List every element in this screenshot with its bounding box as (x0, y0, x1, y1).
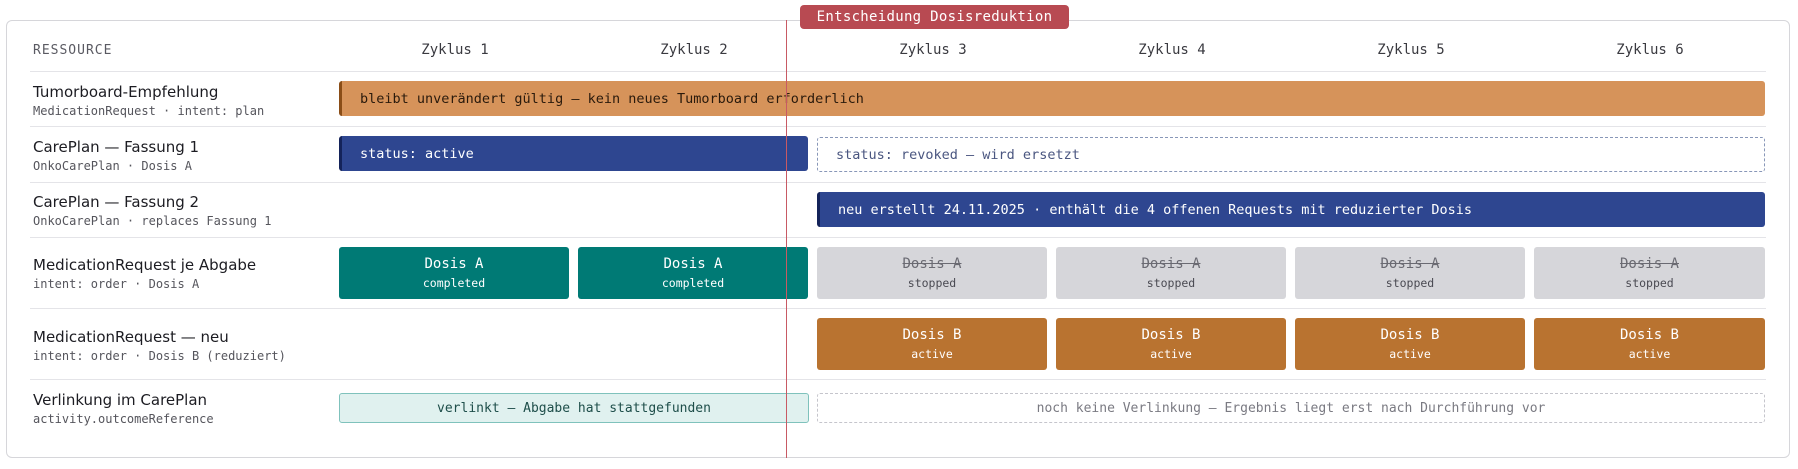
row-title-careplan-1: CarePlan — Fassung 1 (33, 138, 200, 156)
cycle-header-5: Zyklus 5 (1377, 42, 1445, 58)
tumorboard-bar: bleibt unverändert gültig — kein neues T… (339, 81, 1765, 116)
row-divider (30, 71, 1766, 72)
dose-label: Dosis B (902, 326, 962, 343)
cycle-header-1: Zyklus 1 (421, 42, 489, 58)
row-subtitle-medication-request-dose-a: intent: order · Dosis A (33, 277, 200, 291)
dose-label: Dosis B (1619, 326, 1679, 343)
row-title-careplan-2: CarePlan — Fassung 2 (33, 193, 200, 211)
link-pending-bar: noch keine Verlinkung — Ergebnis liegt e… (817, 393, 1765, 423)
dose-a-cell-cycle-5: Dosis A stopped (1295, 247, 1525, 299)
dose-status: completed (661, 275, 725, 290)
row-subtitle-careplan-link: activity.outcomeReference (33, 412, 214, 426)
dose-label: Dosis A (1380, 255, 1440, 272)
dose-b-cell-cycle-5: Dosis B active (1295, 318, 1525, 370)
dose-status: completed (422, 275, 486, 290)
dose-status: active (1628, 346, 1671, 361)
dose-label: Dosis A (1619, 255, 1679, 272)
dose-a-cell-cycle-2: Dosis A completed (578, 247, 808, 299)
dose-status: active (1150, 346, 1192, 361)
row-subtitle-tumorboard: MedicationRequest · intent: plan (33, 104, 265, 118)
link-established-bar: verlinkt — Abgabe hat stattgefunden (339, 393, 809, 423)
dose-b-cell-cycle-4: Dosis B active (1056, 318, 1286, 370)
careplan-1-active-bar: status: active (339, 136, 808, 171)
dose-label: Dosis A (663, 255, 723, 272)
decision-badge: Entscheidung Dosisreduktion (800, 5, 1069, 29)
dose-status: stopped (907, 275, 957, 290)
row-title-tumorboard: Tumorboard-Empfehlung (33, 83, 219, 101)
cycle-header-2: Zyklus 2 (660, 42, 728, 58)
dose-label: Dosis B (1380, 326, 1440, 343)
row-title-medication-request-dose-a: MedicationRequest je Abgabe (33, 256, 257, 274)
row-subtitle-careplan-1: OnkoCarePlan · Dosis A (33, 159, 192, 173)
row-divider (30, 237, 1766, 238)
row-divider (30, 379, 1766, 380)
careplan-2-bar: neu erstellt 24.11.2025 · enthält die 4 … (817, 192, 1765, 227)
row-divider (30, 308, 1766, 309)
row-divider (30, 126, 1766, 127)
decision-marker-line (786, 20, 787, 458)
cycle-header-3: Zyklus 3 (899, 42, 967, 58)
dose-status: stopped (1385, 275, 1435, 290)
row-subtitle-careplan-2: OnkoCarePlan · replaces Fassung 1 (33, 214, 272, 228)
dose-a-cell-cycle-3: Dosis A stopped (817, 247, 1047, 299)
dose-b-cell-cycle-3: Dosis B active (817, 318, 1047, 370)
dose-status: stopped (1625, 275, 1674, 290)
dose-label: Dosis A (424, 255, 484, 272)
dose-status: stopped (1146, 275, 1196, 290)
dose-a-cell-cycle-4: Dosis A stopped (1056, 247, 1286, 299)
resource-column-header: RESSOURCE (33, 43, 113, 58)
row-divider (30, 182, 1766, 183)
row-title-medication-request-new: MedicationRequest — neu (33, 328, 229, 346)
row-title-careplan-link: Verlinkung im CarePlan (33, 391, 208, 409)
cycle-header-6: Zyklus 6 (1616, 42, 1684, 58)
dose-label: Dosis B (1141, 326, 1201, 343)
dose-status: active (911, 346, 953, 361)
dose-label: Dosis A (902, 255, 962, 272)
dose-label: Dosis A (1141, 255, 1201, 272)
dose-a-cell-cycle-6: Dosis A stopped (1534, 247, 1765, 299)
dose-b-cell-cycle-6: Dosis B active (1534, 318, 1765, 370)
row-subtitle-medication-request-new: intent: order · Dosis B (reduziert) (33, 349, 286, 363)
dose-a-cell-cycle-1: Dosis A completed (339, 247, 569, 299)
careplan-1-revoked-bar: status: revoked — wird ersetzt (817, 137, 1765, 172)
cycle-header-4: Zyklus 4 (1138, 42, 1206, 58)
dose-status: active (1389, 346, 1431, 361)
